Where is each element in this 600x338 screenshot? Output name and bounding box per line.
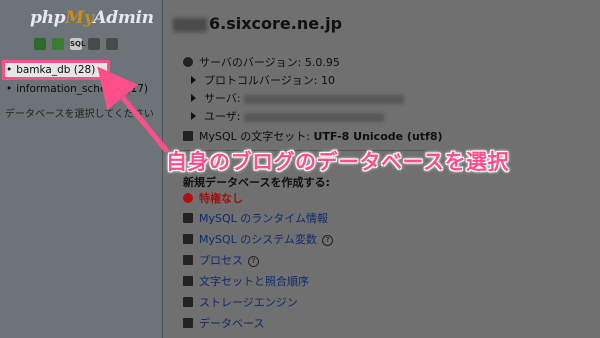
annotation-arrow-icon	[97, 66, 169, 153]
